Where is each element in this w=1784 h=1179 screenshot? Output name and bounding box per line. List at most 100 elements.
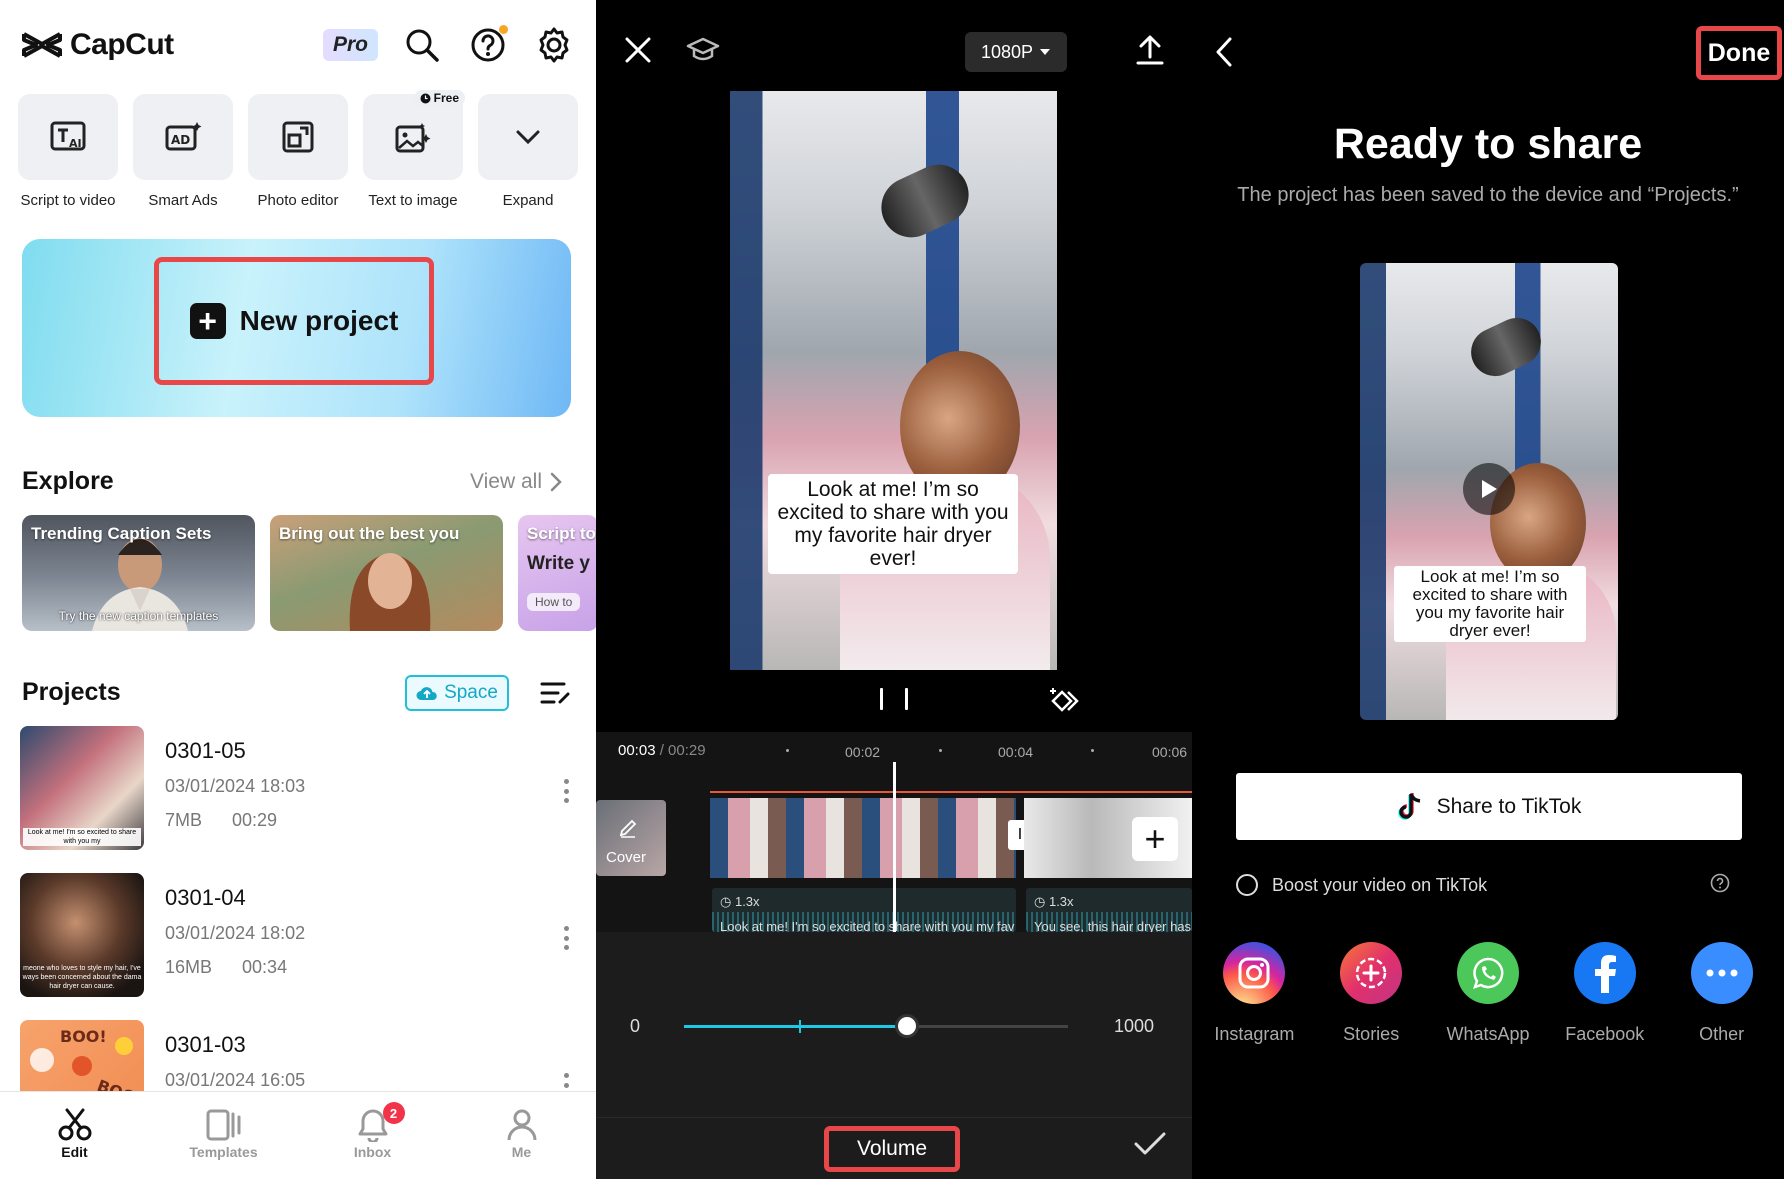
boost-radio[interactable] [1236,874,1258,896]
more-options-icon[interactable] [554,923,578,953]
inbox-badge: 2 [382,1102,405,1124]
project-meta: 7MB 00:29 [165,810,278,830]
share-video-thumbnail[interactable]: Look at me! I’m so excited to share with… [1360,263,1618,720]
help-icon[interactable] [1710,873,1730,898]
volume-slider-knob[interactable] [894,1014,919,1038]
project-date: 03/01/2024 16:05 [165,1070,306,1090]
tool-photo-editor[interactable]: Photo editor [244,94,352,209]
tool-expand[interactable]: Expand [474,94,582,209]
tool-smart-ads[interactable]: AD Smart Ads [129,94,237,209]
boost-option[interactable]: Boost your video on TikTok [1236,870,1730,900]
volume-slider-fill [684,1025,907,1028]
whatsapp-icon [1456,942,1519,1004]
svg-text:AD: AD [171,133,190,147]
nav-edit[interactable]: Edit [0,1092,149,1179]
play-button[interactable] [1463,463,1515,515]
time-display: 00:03 / 00:29 [618,742,706,759]
share-stories[interactable]: Stories [1316,942,1426,1045]
tool-text-to-image[interactable]: Free Text to image [359,90,467,209]
add-clip-button[interactable]: + [1132,817,1178,861]
share-to-tiktok-button[interactable]: Share to TikTok [1236,773,1742,840]
share-instagram[interactable]: Instagram [1199,942,1309,1045]
back-chevron-icon[interactable] [1214,36,1234,73]
tool-script-to-video[interactable]: AI Script to video [14,94,122,209]
check-icon[interactable] [1134,1132,1166,1161]
close-icon[interactable] [624,36,652,69]
explore-carousel: Trending Caption Sets Try the new captio… [22,515,596,631]
pencil-icon [619,819,637,838]
tick-dot [939,749,942,752]
logo-text: CapCut [70,28,174,61]
done-button[interactable]: Done [1696,26,1782,80]
audio-track-1[interactable]: ◷ 1.3x Look at me! I'm so excited to sha… [712,888,1016,932]
project-thumbnail[interactable]: Look at me! I'm so excited to share with… [20,726,144,850]
tick-label: 00:06 [1152,744,1188,760]
nav-inbox[interactable]: 2 Inbox [298,1092,447,1179]
chevron-right-icon [550,472,562,492]
help-icon[interactable] [466,23,510,67]
resolution-dropdown[interactable]: 1080P [965,32,1067,72]
project-date: 03/01/2024 18:03 [165,776,306,796]
new-project-button[interactable]: + New project [154,257,434,385]
new-project-card[interactable]: + New project [22,239,571,417]
audio-text: Look at me! I'm so excited to share with… [720,919,1015,932]
project-thumbnail[interactable]: meone who loves to style my hair, I've w… [20,873,144,997]
share-whatsapp[interactable]: WhatsApp [1433,942,1543,1045]
share-facebook[interactable]: Facebook [1550,942,1660,1045]
explore-card-best-you[interactable]: Bring out the best you [270,515,503,631]
speed-tag: ◷ 1.3x [720,894,760,909]
audio-text: You see, this hair dryer has [1034,919,1192,932]
cloud-upload-icon [416,687,437,700]
volume-slider-track[interactable] [684,1014,1068,1038]
tool-label: Text to image [368,192,458,209]
view-all-link[interactable]: View all [470,470,562,494]
pause-icon[interactable] [880,688,908,714]
free-tag: Free [413,90,465,106]
space-button[interactable]: Space [405,675,509,711]
speed-tag: ◷ 1.3x [1034,894,1074,909]
clock-icon [420,93,431,103]
tutorial-cap-icon[interactable] [686,37,720,68]
sort-list-icon[interactable] [540,680,570,711]
keyframe-icon[interactable] [1048,686,1080,721]
bell-icon: 2 [357,1102,405,1144]
pro-badge[interactable]: Pro [322,29,378,61]
explore-card-script[interactable]: Script to Write y How to [518,515,596,631]
more-dots-icon [1690,942,1753,1004]
svg-text:BOO!: BOO! [60,1027,107,1046]
volume-tab-button[interactable]: Volume [824,1126,960,1172]
nav-templates[interactable]: Templates [149,1092,298,1179]
tool-label: Expand [502,192,554,209]
tool-label: Smart Ads [148,192,218,209]
track-indicator-line [710,791,1192,793]
cover-button[interactable]: Cover [596,800,666,876]
svg-text:AI: AI [69,137,82,150]
nav-me[interactable]: Me [447,1092,596,1179]
caret-down-icon [1040,49,1051,55]
facebook-icon [1573,942,1636,1004]
explore-title: Explore [22,467,114,495]
script-to-video-icon: AI [50,121,86,151]
share-other[interactable]: Other [1667,942,1777,1045]
instagram-icon [1223,942,1286,1004]
capcut-logo-icon [22,32,62,58]
playhead[interactable] [893,762,896,932]
export-upload-icon[interactable] [1136,35,1164,70]
tool-label: Photo editor [257,192,339,209]
project-meta: 16MB 00:34 [165,957,288,977]
video-clip-1[interactable] [710,798,1016,878]
project-row[interactable]: meone who loves to style my hair, I've w… [20,873,596,1020]
photo-editor-icon [282,121,314,153]
project-row[interactable]: Look at me! I'm so excited to share with… [20,726,596,873]
audio-track-2[interactable]: ◷ 1.3x You see, this hair dryer has [1026,888,1192,932]
timeline[interactable]: 00:03 / 00:29 00:02 00:04 00:06 Cover I … [596,732,1192,932]
explore-card-trending-captions[interactable]: Trending Caption Sets Try the new captio… [22,515,255,631]
more-options-icon[interactable] [554,776,578,806]
video-preview[interactable]: Look at me! I’m so excited to share with… [730,91,1057,670]
hair-dryer-shape [1463,310,1549,384]
video-caption[interactable]: Look at me! I’m so excited to share with… [768,474,1018,574]
settings-gear-icon[interactable] [532,23,576,67]
slider-min-label: 0 [630,1016,641,1036]
search-icon[interactable] [400,23,444,67]
home-header: CapCut Pro [22,22,576,68]
